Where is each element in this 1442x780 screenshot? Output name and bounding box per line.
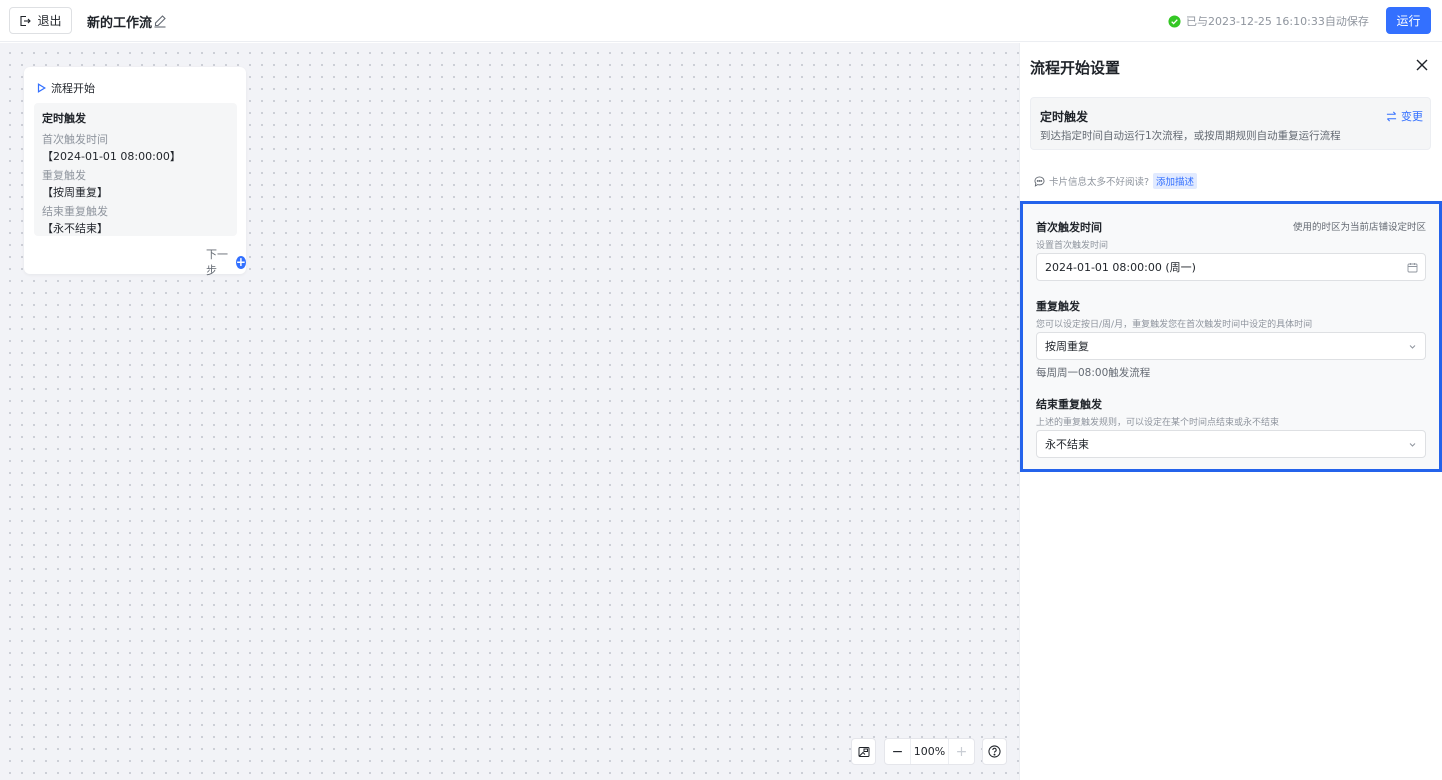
help-icon: [988, 745, 1001, 758]
repeat-select[interactable]: 按周重复: [1036, 332, 1426, 360]
repeat-rule-text: 每周周一08:00触发流程: [1036, 367, 1151, 379]
zoom-in-button[interactable]: +: [949, 739, 974, 764]
play-icon: [37, 83, 46, 93]
trigger-type-title: 定时触发: [1040, 110, 1089, 124]
first-time-picker[interactable]: 2024-01-01 08:00:00 (周一): [1036, 253, 1426, 281]
start-node-card[interactable]: 流程开始 定时触发 首次触发时间 【2024-01-01 08:00:00】 重…: [24, 67, 246, 277]
node-repeat-value: 【按周重复】: [42, 186, 108, 199]
panel-title: 流程开始设置: [1030, 59, 1121, 77]
node-repeat-label: 重复触发: [42, 169, 86, 182]
minimap-icon: [858, 746, 869, 757]
node-header: 流程开始: [37, 80, 95, 96]
repeat-value: 按周重复: [1045, 340, 1089, 353]
node-first-time-value: 【2024-01-01 08:00:00】: [42, 150, 181, 163]
node-body: 定时触发 首次触发时间 【2024-01-01 08:00:00】 重复触发 【…: [34, 103, 237, 236]
first-time-subtitle: 设置首次触发时间: [1036, 241, 1109, 251]
change-label: 变更: [1401, 110, 1423, 123]
first-time-value: 2024-01-01 08:00:00 (周一): [1045, 261, 1196, 274]
timezone-note: 使用的时区为当前店铺设定时区: [1292, 222, 1426, 233]
workflow-title: 新的工作流: [87, 16, 153, 31]
workflow-canvas[interactable]: 流程开始 定时触发 首次触发时间 【2024-01-01 08:00:00】 重…: [0, 43, 1019, 780]
node-end-label: 结束重复触发: [42, 205, 108, 218]
run-button[interactable]: 运行: [1386, 7, 1431, 34]
hint-row: 卡片信息太多不好阅读? 添加描述: [1034, 173, 1198, 189]
save-status: 已与2023-12-25 16:10:33自动保存: [1168, 13, 1369, 29]
zoom-level: 100%: [910, 739, 949, 764]
minimap-button[interactable]: [851, 738, 876, 765]
zoom-out-button[interactable]: −: [885, 739, 910, 764]
node-first-time-label: 首次触发时间: [42, 133, 108, 146]
exit-icon: [20, 15, 32, 26]
exit-button[interactable]: 退出: [9, 7, 72, 34]
zoom-control: − 100% +: [884, 738, 975, 765]
swap-icon: [1386, 111, 1397, 121]
trigger-type-desc: 到达指定时间自动运行1次流程，或按周期规则自动重复运行流程: [1040, 130, 1341, 142]
trigger-settings-section: 首次触发时间 使用的时区为当前店铺设定时区 设置首次触发时间 2024-01-0…: [1020, 201, 1442, 472]
save-status-text: 已与2023-12-25 16:10:33自动保存: [1186, 15, 1369, 28]
end-repeat-title: 结束重复触发: [1036, 398, 1102, 411]
node-header-label: 流程开始: [51, 82, 95, 95]
edit-icon[interactable]: [153, 14, 167, 28]
help-button[interactable]: [982, 738, 1007, 765]
next-step-label: 下一步: [206, 248, 228, 277]
end-repeat-subtitle: 上述的重复触发规则，可以设定在某个时间点结束或永不结束: [1036, 418, 1280, 428]
check-circle-icon: [1168, 14, 1181, 28]
node-end-value: 【永不结束】: [42, 222, 108, 235]
chevron-down-icon: [1409, 443, 1416, 447]
settings-panel: 流程开始设置 定时触发 到达指定时间自动运行1次流程，或按周期规则自动重复运行流…: [1019, 43, 1442, 780]
close-icon[interactable]: [1415, 58, 1429, 72]
repeat-subtitle: 您可以设定按日/周/月，重复触发您在首次触发时间中设定的具体时间: [1036, 320, 1313, 330]
end-repeat-select[interactable]: 永不结束: [1036, 430, 1426, 458]
end-repeat-value: 永不结束: [1045, 438, 1089, 451]
repeat-title: 重复触发: [1036, 300, 1080, 313]
calendar-icon: [1407, 263, 1418, 273]
top-bar: 退出 新的工作流 已与2023-12-25 16:10:33自动保存 运行: [0, 0, 1442, 42]
node-trigger-title: 定时触发: [42, 112, 86, 125]
plus-circle-icon[interactable]: +: [235, 255, 246, 269]
trigger-type-box: 定时触发 到达指定时间自动运行1次流程，或按周期规则自动重复运行流程 变更: [1030, 97, 1431, 150]
chat-icon: [1034, 175, 1045, 187]
add-description-link[interactable]: 添加描述: [1153, 173, 1198, 189]
change-trigger-button[interactable]: 变更: [1386, 108, 1423, 124]
exit-label: 退出: [37, 14, 62, 28]
hint-text: 卡片信息太多不好阅读?: [1049, 177, 1150, 188]
chevron-down-icon: [1409, 345, 1416, 349]
next-step-button[interactable]: 下一步 +: [206, 246, 246, 278]
first-time-title: 首次触发时间: [1036, 221, 1102, 234]
